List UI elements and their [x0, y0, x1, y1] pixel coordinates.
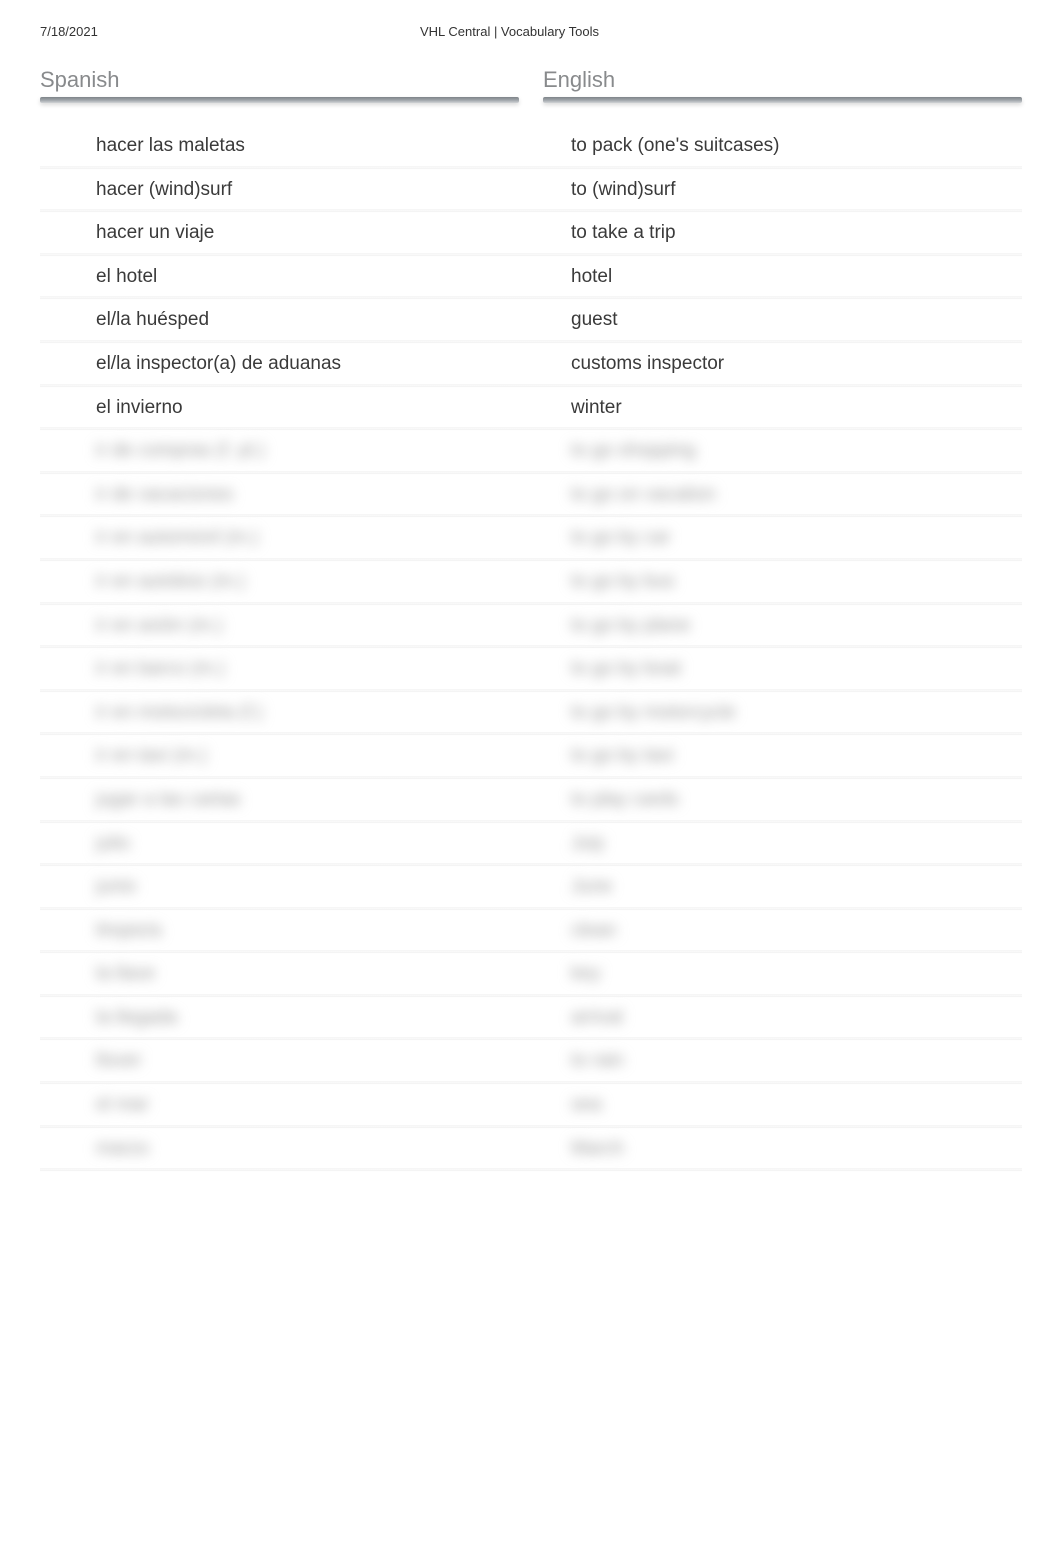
vocab-english: sea: [559, 1092, 1022, 1119]
page-date: 7/18/2021: [40, 24, 420, 39]
vocab-spanish: hacer las maletas: [40, 133, 559, 160]
vocab-row: julioJuly: [40, 823, 1022, 867]
vocab-list: hacer las maletasto pack (one's suitcase…: [40, 125, 1022, 1171]
vocab-row: lloverto rain: [40, 1040, 1022, 1084]
column-headers: Spanish English: [40, 67, 1022, 97]
page-title: VHL Central | Vocabulary Tools: [420, 24, 1022, 39]
vocab-spanish: marzo: [40, 1136, 559, 1163]
vocab-row: marzoMarch: [40, 1128, 1022, 1172]
vocab-row: hacer las maletasto pack (one's suitcase…: [40, 125, 1022, 169]
vocab-row: ir en barco (m.)to go by boat: [40, 648, 1022, 692]
vocab-spanish: la llave: [40, 961, 559, 988]
vocab-row: ir de vacacionesto go on vacation: [40, 474, 1022, 518]
vocab-row: el/la huéspedguest: [40, 299, 1022, 343]
vocab-row: ir en motocicleta (f.)to go by motorcycl…: [40, 692, 1022, 736]
vocab-spanish: julio: [40, 831, 559, 858]
vocab-spanish: ir en motocicleta (f.): [40, 700, 559, 727]
vocab-row: el inviernowinter: [40, 387, 1022, 431]
vocab-english: March: [559, 1136, 1022, 1163]
vocab-spanish: hacer un viaje: [40, 220, 559, 247]
vocab-english: arrival: [559, 1005, 1022, 1032]
vocab-spanish: llover: [40, 1048, 559, 1075]
vocab-row: hacer (wind)surfto (wind)surf: [40, 169, 1022, 213]
vocab-english: July: [559, 831, 1022, 858]
vocab-row: ir en automóvil (m.)to go by car: [40, 517, 1022, 561]
vocab-english: to go on vacation: [559, 482, 1022, 509]
vocab-english: to pack (one's suitcases): [559, 133, 1022, 160]
vocab-english: to go by boat: [559, 656, 1022, 683]
vocab-english: to play cards: [559, 787, 1022, 814]
vocab-spanish: ir de vacaciones: [40, 482, 559, 509]
vocab-spanish: el hotel: [40, 264, 559, 291]
header-english: English: [531, 67, 1022, 97]
vocab-english: key: [559, 961, 1022, 988]
vocab-spanish: el/la inspector(a) de aduanas: [40, 351, 559, 378]
vocab-spanish: ir en taxi (m.): [40, 743, 559, 770]
vocab-spanish: el invierno: [40, 395, 559, 422]
header-underlines: [40, 97, 1022, 107]
vocab-row: limpio/aclean: [40, 910, 1022, 954]
vocab-english: winter: [559, 395, 1022, 422]
vocab-row: la llegadaarrival: [40, 997, 1022, 1041]
vocab-english: guest: [559, 307, 1022, 334]
vocab-english: to (wind)surf: [559, 177, 1022, 204]
header-spanish: Spanish: [40, 67, 531, 97]
vocab-spanish: junio: [40, 874, 559, 901]
vocab-english: customs inspector: [559, 351, 1022, 378]
underline-right: [543, 97, 1022, 103]
vocab-spanish: limpio/a: [40, 918, 559, 945]
vocab-english: to go by motorcycle: [559, 700, 1022, 727]
vocab-row: hacer un viajeto take a trip: [40, 212, 1022, 256]
vocab-row: jugar a las cartasto play cards: [40, 779, 1022, 823]
vocab-spanish: ir en automóvil (m.): [40, 525, 559, 552]
vocab-row: el marsea: [40, 1084, 1022, 1128]
vocab-row: ir en autobús (m.)to go by bus: [40, 561, 1022, 605]
vocab-spanish: el mar: [40, 1092, 559, 1119]
vocab-english: to take a trip: [559, 220, 1022, 247]
vocab-row: el/la inspector(a) de aduanascustoms ins…: [40, 343, 1022, 387]
vocab-english: to go by bus: [559, 569, 1022, 596]
vocab-row: ir en taxi (m.)to go by taxi: [40, 735, 1022, 779]
vocab-row: el hotelhotel: [40, 256, 1022, 300]
underline-left: [40, 97, 519, 103]
vocab-spanish: ir en barco (m.): [40, 656, 559, 683]
vocab-row: la llavekey: [40, 953, 1022, 997]
vocab-row: ir en avión (m.)to go by plane: [40, 605, 1022, 649]
vocab-spanish: ir en avión (m.): [40, 613, 559, 640]
vocab-spanish: el/la huésped: [40, 307, 559, 334]
vocab-english: to go by taxi: [559, 743, 1022, 770]
vocab-spanish: hacer (wind)surf: [40, 177, 559, 204]
vocab-english: to go by car: [559, 525, 1022, 552]
vocab-spanish: ir en autobús (m.): [40, 569, 559, 596]
vocab-row: ir de compras (f. pl.)to go shopping: [40, 430, 1022, 474]
vocab-english: to go shopping: [559, 438, 1022, 465]
vocab-english: clean: [559, 918, 1022, 945]
vocab-spanish: la llegada: [40, 1005, 559, 1032]
vocab-spanish: ir de compras (f. pl.): [40, 438, 559, 465]
vocab-english: June: [559, 874, 1022, 901]
vocab-row: junioJune: [40, 866, 1022, 910]
vocab-english: hotel: [559, 264, 1022, 291]
vocab-english: to go by plane: [559, 613, 1022, 640]
page-meta: 7/18/2021 VHL Central | Vocabulary Tools: [0, 0, 1062, 47]
vocab-spanish: jugar a las cartas: [40, 787, 559, 814]
content: Spanish English hacer las maletasto pack…: [0, 47, 1062, 1171]
vocab-english: to rain: [559, 1048, 1022, 1075]
